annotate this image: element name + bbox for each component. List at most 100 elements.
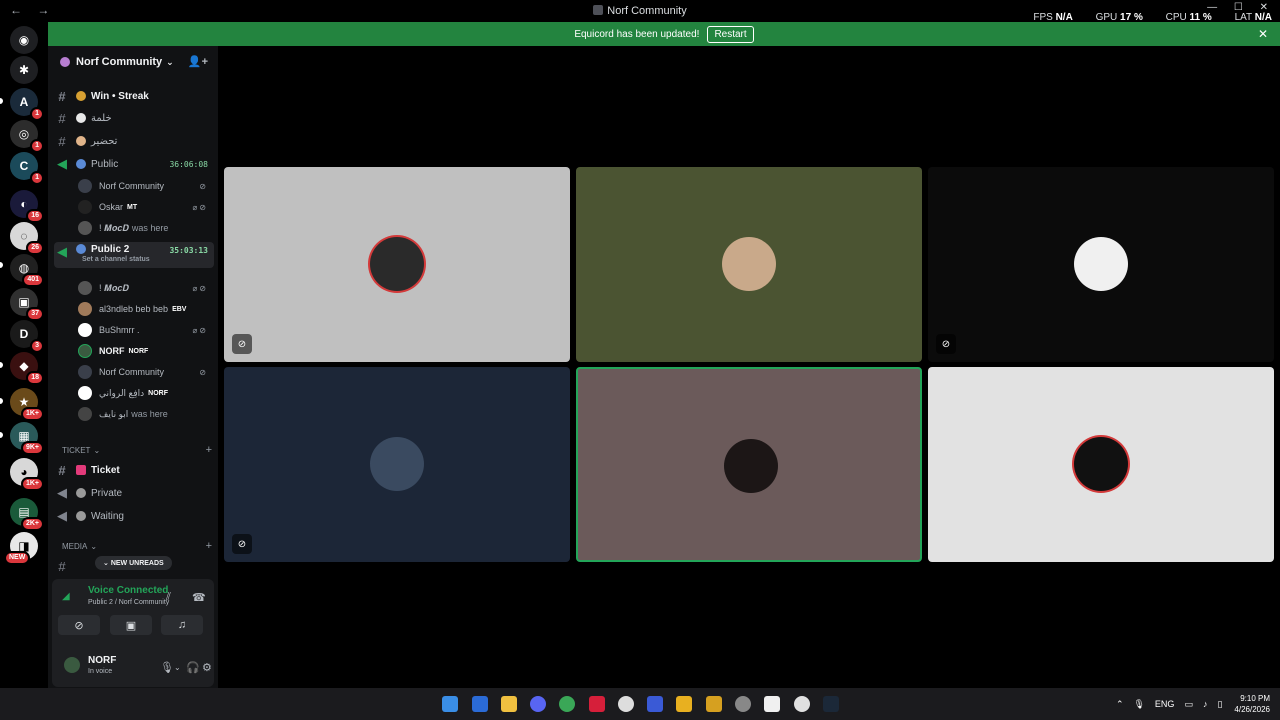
voice-channel-waiting[interactable]: ◀ Waiting xyxy=(54,506,214,526)
headphones-icon[interactable]: 🎧 xyxy=(186,661,200,674)
guild-header[interactable]: Norf Community ⌄ 👤+ xyxy=(48,46,218,78)
add-channel-icon[interactable]: + xyxy=(206,444,212,456)
chevron-down-icon[interactable]: ⌄ xyxy=(174,663,181,672)
add-channel-icon[interactable]: + xyxy=(206,540,212,552)
server-icon[interactable]: ▦ 9K+ xyxy=(10,422,44,455)
app-icon[interactable] xyxy=(589,696,605,712)
server-icon[interactable]: ▣ 37 xyxy=(10,288,44,321)
mention-badge: 2K+ xyxy=(20,517,44,531)
video-tile-speaking[interactable] xyxy=(576,367,922,562)
voice-status-subtitle[interactable]: Public 2 / Norf Community xyxy=(88,599,169,606)
microphone-tray-icon[interactable]: 🎙 xyxy=(1133,699,1144,710)
channel-win-streak[interactable]: # Win • Streak xyxy=(54,86,214,106)
channel-arabic-2[interactable]: # تحضير xyxy=(54,131,214,151)
rockstar-icon[interactable] xyxy=(676,696,692,712)
server-icon[interactable]: ◌ 26 xyxy=(10,222,44,255)
store-icon[interactable] xyxy=(472,696,488,712)
disconnect-icon[interactable]: ☎ xyxy=(192,591,206,604)
video-tile[interactable] xyxy=(576,167,922,362)
category-ticket[interactable]: TICKET ⌄ + xyxy=(62,443,212,457)
mention-badge: 37 xyxy=(26,307,44,321)
app-icon[interactable] xyxy=(794,696,810,712)
voice-channel-private[interactable]: ◀ Private xyxy=(54,483,214,503)
voice-channel-public-2[interactable]: ◀ Public 2 35:03:13 Set a channel status xyxy=(54,242,214,268)
windows-start-icon[interactable] xyxy=(442,696,458,712)
voice-user[interactable]: NORF NORF xyxy=(78,341,214,361)
user-name[interactable]: NORF xyxy=(88,655,116,666)
channel-ticket[interactable]: # Ticket xyxy=(54,460,214,480)
server-icon[interactable]: ◎ 1 xyxy=(10,120,44,153)
server-icon[interactable]: ◆ 18 xyxy=(10,352,44,385)
camera-toggle-button[interactable]: ⊘ xyxy=(58,615,100,635)
voice-user[interactable]: Norf Community ⊘ xyxy=(78,176,214,196)
soundboard-button[interactable]: ♫ xyxy=(161,615,203,635)
mention-badge: 1 xyxy=(30,107,44,121)
clock[interactable]: 9:10 PM 4/26/2026 xyxy=(1234,693,1270,715)
avatar[interactable] xyxy=(62,655,82,675)
server-rail: ◉ ✱ A1 ◎ 1 C1 ◐ 16 ◌ 26 ◍ 401 ▣ 37 D3 ◆ 18 ★ 1K… xyxy=(0,22,48,688)
video-tile[interactable]: ⊘ xyxy=(224,167,570,362)
close-banner-icon[interactable]: ✕ xyxy=(1258,27,1268,41)
network-icon[interactable]: ▭ xyxy=(1184,699,1193,710)
video-tile[interactable]: ⊘ xyxy=(928,167,1274,362)
user-settings-gear-icon[interactable]: ⚙ xyxy=(202,661,212,674)
server-icon[interactable]: ◕ 1K+ xyxy=(10,458,44,491)
channel-label: Private xyxy=(91,487,123,499)
discord-icon[interactable] xyxy=(530,696,546,712)
app-icon[interactable] xyxy=(764,696,780,712)
signal-icon[interactable]: ◢ xyxy=(62,591,70,602)
voice-user[interactable]: Norf Community ⊘ xyxy=(78,362,214,382)
voice-status-title[interactable]: Voice Connected xyxy=(88,585,168,596)
app-icon[interactable] xyxy=(706,696,722,712)
server-icon[interactable]: A1 xyxy=(10,88,44,121)
file-explorer-icon[interactable] xyxy=(501,696,517,712)
text-channel-icon: # xyxy=(58,462,66,478)
chevron-up-icon[interactable]: ⌃ xyxy=(1116,699,1124,710)
language-indicator[interactable]: ENG xyxy=(1155,699,1175,709)
voice-user[interactable]: ابو نايف was here xyxy=(78,404,214,424)
battery-icon[interactable]: ▯ xyxy=(1217,699,1222,710)
video-tile[interactable]: ⊘ xyxy=(224,367,570,562)
add-user-icon[interactable]: 👤+ xyxy=(188,55,208,68)
restart-button[interactable]: Restart xyxy=(707,25,754,43)
app-icon[interactable] xyxy=(647,696,663,712)
voice-user[interactable]: Oskar MT ⌀⊘ xyxy=(78,197,214,217)
voice-user-name: al3ndleb beb beb xyxy=(99,304,169,314)
microphone-icon[interactable]: 🎙 xyxy=(160,661,174,674)
discord-home-icon[interactable]: ◉ xyxy=(10,26,38,54)
channel-arabic-1[interactable]: # خلمة xyxy=(54,108,214,128)
noise-suppression-icon[interactable]: ⫽ xyxy=(166,591,171,604)
avatar xyxy=(78,221,92,235)
speaker-icon: ◀ xyxy=(57,244,67,259)
voice-user[interactable]: BuShmrr . ⌀⊘ xyxy=(78,320,214,340)
app-icon[interactable] xyxy=(735,696,751,712)
steelseries-icon[interactable] xyxy=(618,696,634,712)
chrome-icon[interactable] xyxy=(559,696,575,712)
mention-badge: 1 xyxy=(30,139,44,153)
voice-user[interactable]: al3ndleb beb beb EBV xyxy=(78,299,214,319)
volume-icon[interactable]: ♪ xyxy=(1203,699,1208,709)
server-icon[interactable]: ◨ NEW xyxy=(4,532,38,565)
category-media[interactable]: MEDIA ⌄ + xyxy=(62,539,212,553)
server-icon[interactable]: ◐ 16 xyxy=(10,190,44,223)
ticket-icon xyxy=(76,465,86,475)
server-icon[interactable]: D3 xyxy=(10,320,44,353)
user-tag: NORF xyxy=(128,347,149,355)
video-tile[interactable] xyxy=(928,367,1274,562)
voice-channel-public[interactable]: ◀ Public 36:06:08 xyxy=(54,154,214,174)
server-icon[interactable]: C1 xyxy=(10,152,44,185)
channel-sidebar: Norf Community ⌄ 👤+ # Win • Streak # خلم… xyxy=(48,46,218,688)
server-icon[interactable]: ▤ 2K+ xyxy=(10,498,44,531)
channel-status[interactable]: Set a channel status xyxy=(82,256,150,263)
new-unreads-button[interactable]: ⌄ NEW UNREADS xyxy=(95,556,172,570)
settings-gear-icon[interactable]: ✱ xyxy=(10,56,38,84)
voice-user[interactable]: ! 𝑴𝒐𝒄𝑫 was here xyxy=(78,218,214,238)
user-tag: EBV xyxy=(172,305,187,313)
voice-user[interactable]: دافِع الرواني NORF xyxy=(78,383,214,403)
screenshare-button[interactable]: ▣ xyxy=(110,615,152,635)
server-icon[interactable]: ◍ 401 xyxy=(10,254,44,287)
steam-icon[interactable] xyxy=(823,696,839,712)
voice-user-name: NORF xyxy=(99,346,125,356)
voice-user[interactable]: ! 𝑴𝒐𝒄𝑫 ⌀⊘ xyxy=(78,278,214,298)
server-icon[interactable]: ★ 1K+ xyxy=(10,388,44,421)
